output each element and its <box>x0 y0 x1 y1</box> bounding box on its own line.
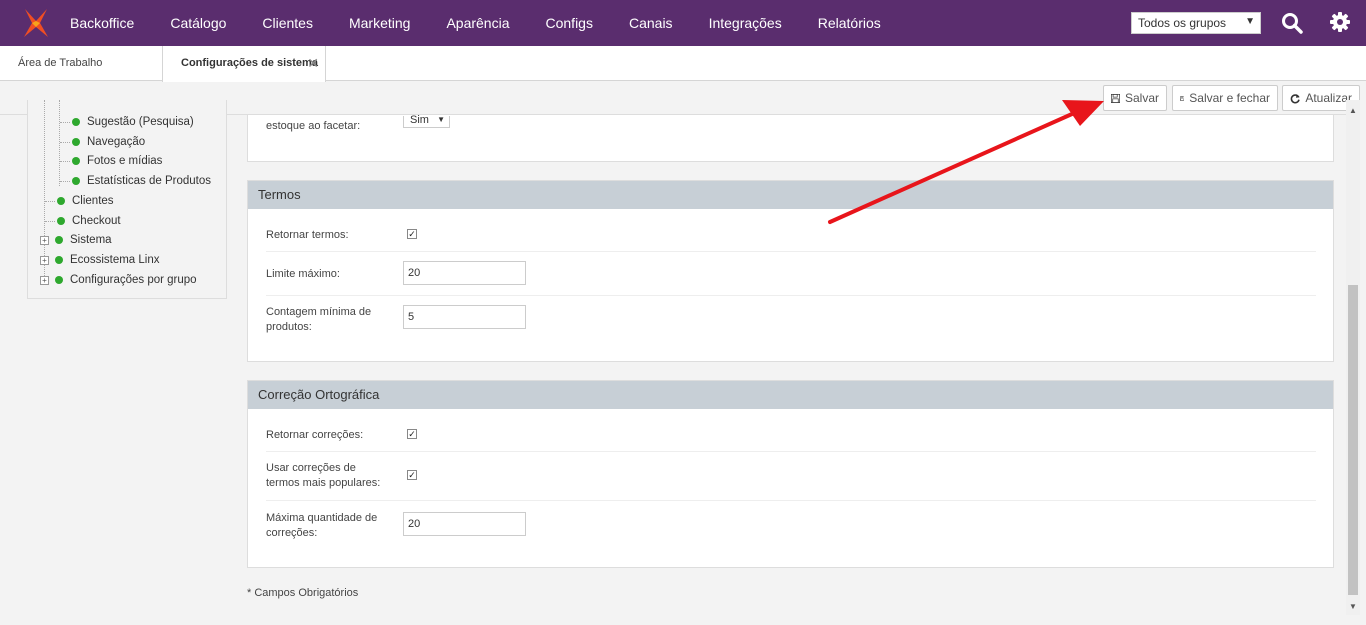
expand-icon[interactable]: + <box>40 275 49 285</box>
termos-panel-title: Termos <box>248 181 1333 209</box>
save-and-close-button[interactable]: Salvar e fechar <box>1172 85 1278 111</box>
refresh-icon <box>1290 93 1300 103</box>
caret-down-icon: ▼ <box>1245 16 1255 27</box>
status-dot-icon <box>57 197 65 205</box>
search-icon[interactable] <box>1281 12 1303 34</box>
min-count-label: Contagem mínima de produtos: <box>266 306 372 333</box>
max-limit-row: Limite máximo: 20 <box>266 261 1316 287</box>
tree-item-fotos[interactable]: Fotos e mídias <box>72 152 162 170</box>
scroll-down-icon[interactable]: ▼ <box>1349 602 1357 611</box>
config-tree: Sugestão (Pesquisa) Navegação Fotos e mí… <box>27 100 227 299</box>
tree-item-navegacao[interactable]: Navegação <box>72 133 145 151</box>
termos-panel: Termos Retornar termos: ✓ Limite máximo:… <box>247 180 1334 362</box>
required-fields-note: * Campos Obrigatórios <box>247 587 359 599</box>
close-icon[interactable]: ✕ <box>307 46 319 80</box>
tree-item-ecossistema[interactable]: + Ecossistema Linx <box>40 251 159 269</box>
tab-system-config-label: Configurações de sistema <box>181 57 318 69</box>
tree-item-label: Sistema <box>70 234 112 246</box>
max-qty-row: Máxima quantidade de correções: 20 <box>266 511 1316 545</box>
nav-canais[interactable]: Canais <box>611 0 691 46</box>
tab-system-config[interactable]: Configurações de sistema ✕ <box>162 46 326 82</box>
scroll-up-icon[interactable]: ▲ <box>1349 106 1357 115</box>
max-limit-input[interactable]: 20 <box>403 261 526 285</box>
nav-integracoes[interactable]: Integrações <box>691 0 800 46</box>
expand-icon[interactable]: + <box>40 235 49 245</box>
nav-backoffice[interactable]: Backoffice <box>52 0 152 46</box>
return-corrections-row: Retornar correções: ✓ <box>266 425 1316 445</box>
status-dot-icon <box>72 157 80 165</box>
facet-stock-select[interactable]: Sim ▼ <box>403 114 450 128</box>
facet-stock-label: estoque ao facetar: <box>266 120 361 132</box>
return-corrections-label: Retornar correções: <box>266 429 364 441</box>
refresh-label: Atualizar <box>1305 91 1352 105</box>
facet-stock-select-value: Sim <box>410 114 429 126</box>
tree-item-label: Clientes <box>72 195 114 207</box>
tree-item-label: Ecossistema Linx <box>70 254 160 266</box>
save-and-close-label: Salvar e fechar <box>1189 91 1270 105</box>
spellcheck-panel: Correção Ortográfica Retornar correções:… <box>247 380 1334 568</box>
status-dot-icon <box>72 177 80 185</box>
group-select-value: Todos os grupos <box>1138 16 1227 30</box>
return-terms-label: Retornar termos: <box>266 229 349 241</box>
floppy-disk-icon <box>1111 93 1120 103</box>
scroll-thumb[interactable] <box>1348 285 1358 595</box>
main-nav: Backoffice Catálogo Clientes Marketing A… <box>52 0 899 46</box>
tree-item-label: Sugestão (Pesquisa) <box>87 116 194 128</box>
tab-workspace[interactable]: Área de Trabalho <box>0 46 162 81</box>
divider <box>266 500 1316 501</box>
tree-item-sistema[interactable]: + Sistema <box>40 231 112 249</box>
popular-corrections-label: Usar correções de termos mais populares: <box>266 462 381 489</box>
group-select[interactable]: Todos os grupos ▼ <box>1131 12 1261 34</box>
spellcheck-panel-title: Correção Ortográfica <box>248 381 1333 409</box>
save-button[interactable]: Salvar <box>1103 85 1167 111</box>
tab-bar: Área de Trabalho Configurações de sistem… <box>0 46 1366 82</box>
return-terms-checkbox[interactable]: ✓ <box>407 229 417 239</box>
divider <box>266 251 1316 252</box>
status-dot-icon <box>57 217 65 225</box>
tree-item-label: Estatísticas de Produtos <box>87 175 212 187</box>
linx-logo-icon[interactable] <box>22 7 50 39</box>
top-navbar: Backoffice Catálogo Clientes Marketing A… <box>0 0 1366 46</box>
tree-item-label: Navegação <box>87 136 146 148</box>
nav-configs[interactable]: Configs <box>528 0 611 46</box>
tree-item-estatisticas[interactable]: Estatísticas de Produtos <box>72 172 211 190</box>
tree-item-config-grupo[interactable]: + Configurações por grupo <box>40 271 197 289</box>
nav-marketing[interactable]: Marketing <box>331 0 428 46</box>
tree-item-label: Checkout <box>72 215 121 227</box>
return-terms-row: Retornar termos: ✓ <box>266 225 1316 245</box>
return-corrections-checkbox[interactable]: ✓ <box>407 429 417 439</box>
popular-corrections-checkbox[interactable]: ✓ <box>407 470 417 480</box>
gear-icon[interactable] <box>1329 11 1351 33</box>
nav-aparencia[interactable]: Aparência <box>428 0 527 46</box>
min-count-row: Contagem mínima de produtos: 5 <box>266 305 1316 339</box>
min-count-input[interactable]: 5 <box>403 305 526 329</box>
status-dot-icon <box>72 138 80 146</box>
tree-item-checkout[interactable]: Checkout <box>57 212 121 230</box>
status-dot-icon <box>72 118 80 126</box>
tree-item-sugestao[interactable]: Sugestão (Pesquisa) <box>72 113 194 131</box>
divider <box>266 295 1316 296</box>
save-button-label: Salvar <box>1124 91 1159 105</box>
status-dot-icon <box>55 256 63 264</box>
tree-item-label: Configurações por grupo <box>70 274 197 286</box>
nav-catalogo[interactable]: Catálogo <box>152 0 244 46</box>
tree-item-label: Fotos e mídias <box>87 155 163 167</box>
floppy-disk-icon <box>1180 95 1185 101</box>
caret-down-icon: ▼ <box>437 115 445 124</box>
nav-clientes[interactable]: Clientes <box>244 0 331 46</box>
nav-relatorios[interactable]: Relatórios <box>800 0 899 46</box>
max-qty-label: Máxima quantidade de correções: <box>266 512 378 539</box>
status-dot-icon <box>55 236 63 244</box>
expand-icon[interactable]: + <box>40 255 49 265</box>
max-limit-label: Limite máximo: <box>266 268 340 280</box>
tree-item-clientes[interactable]: Clientes <box>57 192 114 210</box>
divider <box>266 451 1316 452</box>
max-qty-input[interactable]: 20 <box>403 512 526 536</box>
popular-corrections-row: Usar correções de termos mais populares:… <box>266 461 1316 493</box>
vertical-scrollbar[interactable]: ▲ ▼ <box>1346 100 1360 615</box>
status-dot-icon <box>55 276 63 284</box>
